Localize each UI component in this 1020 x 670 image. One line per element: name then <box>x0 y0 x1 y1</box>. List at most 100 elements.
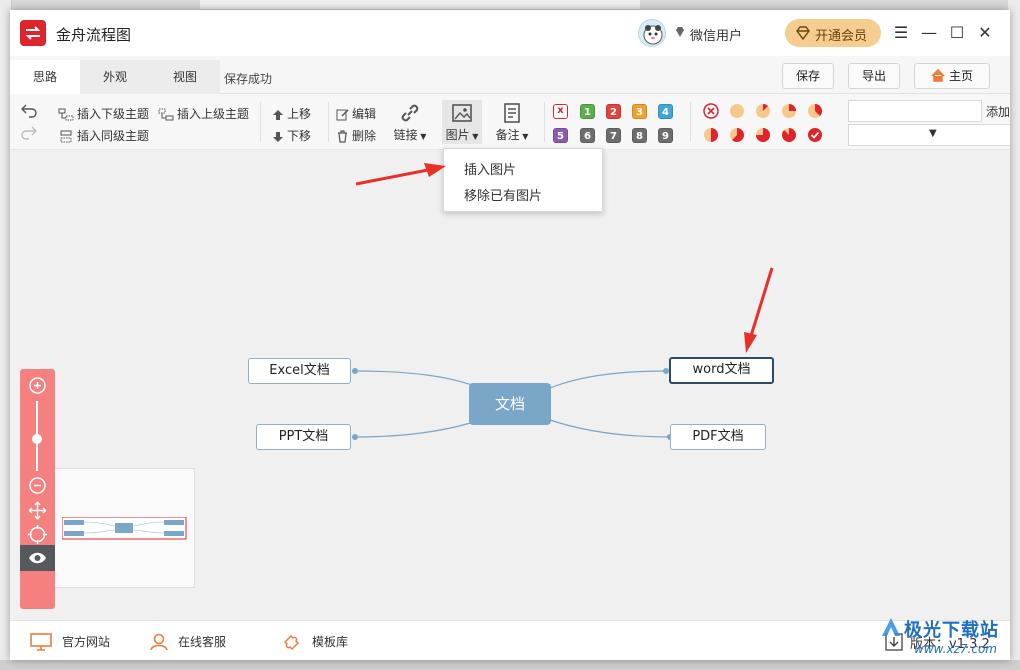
home-button[interactable]: 主页 <box>914 63 990 89</box>
move-icon[interactable] <box>28 501 47 520</box>
menu-item-remove-image[interactable]: 移除已有图片 <box>464 185 542 204</box>
menu-icon[interactable]: ☰ <box>888 20 914 46</box>
delete-label: 删除 <box>352 129 377 143</box>
priority-5-badge[interactable]: 5 <box>553 128 568 143</box>
arrow-down-icon <box>273 132 283 142</box>
redo-icon[interactable] <box>20 125 38 141</box>
edit-icon <box>336 109 349 121</box>
progress-2-icon[interactable] <box>781 103 797 119</box>
insert-sibling-icon <box>60 130 72 143</box>
save-status: 保存成功 <box>224 72 273 86</box>
priority-1-badge[interactable]: 1 <box>580 104 595 119</box>
priority-9-badge[interactable]: 9 <box>658 128 673 143</box>
insert-sibling-label: 插入同级主题 <box>77 129 150 143</box>
delete-button[interactable]: 删除 <box>336 127 376 144</box>
zoom-panel <box>20 369 55 609</box>
progress-done-icon[interactable] <box>807 127 823 143</box>
image-icon <box>452 104 472 122</box>
priority-3-badge[interactable]: 3 <box>632 104 647 119</box>
app-logo-icon <box>20 20 46 46</box>
support-label: 在线客服 <box>178 635 227 649</box>
background-window-bottom <box>0 660 1020 670</box>
priority-2-badge[interactable]: 2 <box>606 104 621 119</box>
progress-4-icon[interactable] <box>703 127 719 143</box>
progress-7-icon[interactable] <box>781 127 797 143</box>
note-icon <box>504 103 520 123</box>
zoom-out-icon[interactable] <box>28 476 47 495</box>
progress-3-icon[interactable] <box>807 103 823 119</box>
undo-icon[interactable] <box>20 103 38 119</box>
minimap-toggle[interactable] <box>20 545 55 571</box>
home-icon <box>931 68 945 82</box>
link-button[interactable]: 链接 ▼ <box>390 100 430 144</box>
watermark-url: www.xz7.com <box>914 642 997 656</box>
insert-child-label: 插入下级主题 <box>77 107 150 121</box>
move-up-button[interactable]: 上移 <box>272 105 311 122</box>
trash-icon <box>338 130 347 143</box>
support-link[interactable]: 在线客服 <box>150 633 226 651</box>
node-center[interactable]: 文档 <box>469 383 551 425</box>
priority-7-badge[interactable]: 7 <box>606 128 621 143</box>
progress-6-icon[interactable] <box>755 127 771 143</box>
link-icon <box>401 104 419 122</box>
priority-clear-badge[interactable]: x <box>553 104 568 119</box>
image-label: 图片 <box>445 128 470 142</box>
note-label: 备注 <box>495 128 520 142</box>
watermark-title: 极光下载站 <box>904 620 999 641</box>
image-dropdown-menu: 插入图片 移除已有图片 <box>443 148 603 212</box>
app-title: 金舟流程图 <box>56 26 132 44</box>
tab-shitu[interactable]: 视图 <box>150 60 220 94</box>
node-pdf[interactable]: PDF文档 <box>670 424 766 450</box>
background-window-top <box>200 0 640 10</box>
tag-input[interactable] <box>848 100 982 122</box>
progress-0-icon[interactable] <box>729 103 745 119</box>
priority-6-badge[interactable]: 6 <box>580 128 595 143</box>
note-button[interactable]: 备注 ▼ <box>492 100 532 144</box>
tag-select[interactable]: ▼ <box>848 124 1010 146</box>
mindmap-canvas[interactable]: Excel文档 PPT文档 word文档 PDF文档 文档 <box>10 150 1010 620</box>
edit-button[interactable]: 编辑 <box>336 105 376 122</box>
image-button[interactable]: 图片 ▼ <box>442 100 482 144</box>
maximize-icon[interactable]: ☐ <box>944 20 970 46</box>
minimap[interactable] <box>55 468 195 588</box>
progress-5-icon[interactable] <box>729 127 745 143</box>
eye-icon <box>29 552 46 564</box>
progress-cancel-icon[interactable] <box>703 103 719 119</box>
diamond-icon <box>676 27 684 37</box>
move-down-button[interactable]: 下移 <box>272 127 311 144</box>
node-word[interactable]: word文档 <box>669 357 774 384</box>
diamond-icon <box>796 26 810 40</box>
zoom-in-icon[interactable] <box>28 376 47 395</box>
center-view-icon[interactable] <box>28 525 47 544</box>
toolbar: 插入下级主题 插入上级主题 插入同级主题 上移 下移 编辑 删除 链接 ▼ 图片… <box>10 94 1010 150</box>
minimize-icon[interactable]: — <box>916 20 942 46</box>
zoom-slider-handle[interactable] <box>32 434 42 444</box>
save-button[interactable]: 保存 <box>782 63 834 89</box>
tab-silu[interactable]: 思路 <box>10 60 80 94</box>
puzzle-icon <box>283 634 300 651</box>
node-ppt[interactable]: PPT文档 <box>256 424 351 450</box>
progress-1-icon[interactable] <box>755 103 771 119</box>
edit-label: 编辑 <box>352 107 377 121</box>
priority-8-badge[interactable]: 8 <box>632 128 647 143</box>
insert-sibling-button[interactable]: 插入同级主题 <box>58 127 149 144</box>
insert-parent-button[interactable]: 插入上级主题 <box>158 105 249 122</box>
vip-button[interactable]: 开通会员 <box>785 19 881 47</box>
close-icon[interactable]: ✕ <box>972 20 998 46</box>
node-excel[interactable]: Excel文档 <box>248 358 351 384</box>
template-link[interactable]: 模板库 <box>282 633 348 651</box>
add-button[interactable]: 添加 <box>986 103 1010 120</box>
website-link[interactable]: 官方网站 <box>30 633 110 651</box>
watermark-icon <box>882 618 900 636</box>
user-name[interactable]: 微信用户 <box>690 25 742 44</box>
title-bar: 金舟流程图 微信用户 开通会员 ☰ — ☐ ✕ <box>10 10 1010 56</box>
menu-item-insert-image[interactable]: 插入图片 <box>464 159 516 178</box>
minimap-viewport <box>62 517 187 540</box>
tab-waiguan[interactable]: 外观 <box>80 60 150 94</box>
priority-4-badge[interactable]: 4 <box>658 104 673 119</box>
export-button[interactable]: 导出 <box>848 63 900 89</box>
insert-child-icon <box>58 108 74 121</box>
insert-child-button[interactable]: 插入下级主题 <box>58 105 149 122</box>
toolbar-separator <box>544 102 545 142</box>
user-avatar[interactable] <box>638 19 666 47</box>
